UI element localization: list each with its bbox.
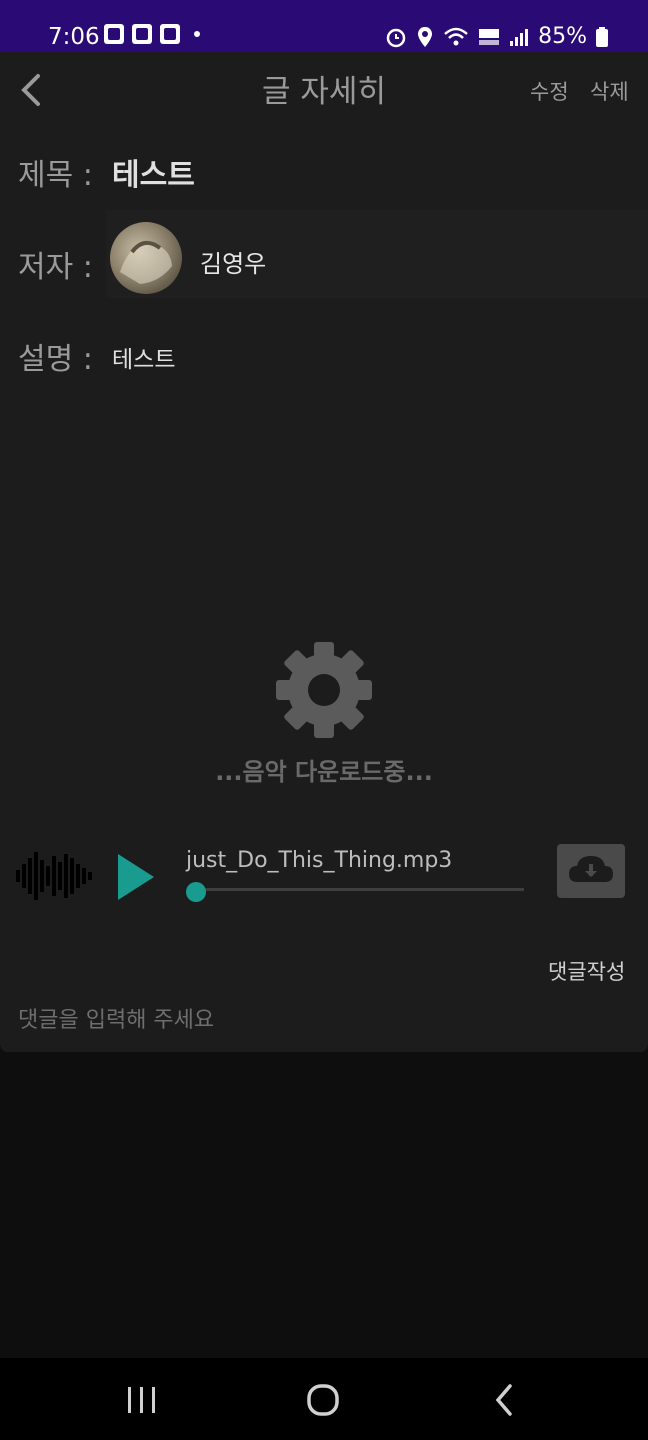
play-icon[interactable] <box>116 852 156 902</box>
app-notification-icon <box>160 24 180 44</box>
alarm-icon <box>386 28 406 48</box>
description-label: 설명 : <box>18 342 93 377</box>
home-icon[interactable] <box>301 1378 345 1422</box>
post-detail-panel: 글 자세히 수정 삭제 제목 : 테스트 저자 : 김영우 설명 : 테스트 .… <box>0 52 648 1052</box>
seek-thumb[interactable] <box>186 882 206 902</box>
app-notification-icon <box>132 24 152 44</box>
loading-text: ...음악 다운로드중... <box>215 758 433 786</box>
seek-bar[interactable] <box>196 888 524 891</box>
delete-button[interactable]: 삭제 <box>590 76 629 106</box>
title-value: 테스트 <box>112 158 195 193</box>
status-bar: 7:06 85% <box>0 0 648 52</box>
hd-voice-icon <box>479 29 500 45</box>
avatar <box>110 222 182 294</box>
wifi-icon <box>444 27 468 46</box>
location-icon <box>418 27 433 47</box>
recent-apps-icon[interactable] <box>120 1378 164 1422</box>
top-bar: 글 자세히 수정 삭제 <box>0 52 648 132</box>
system-icons: 85% <box>385 22 608 52</box>
comment-input[interactable] <box>18 1004 618 1036</box>
cloud-download-icon <box>569 856 613 882</box>
battery-icon <box>596 27 608 47</box>
back-nav-icon[interactable] <box>482 1378 526 1422</box>
notification-icons <box>104 24 200 44</box>
audio-filename: just_Do_This_Thing.mp3 <box>186 848 453 873</box>
gear-icon <box>276 642 372 738</box>
write-comment-button[interactable]: 댓글작성 <box>548 956 625 986</box>
navigation-bar <box>0 1358 648 1440</box>
battery-percent: 85% <box>538 24 587 49</box>
download-button[interactable] <box>557 844 625 898</box>
edit-button[interactable]: 수정 <box>530 76 569 106</box>
signal-icon <box>510 29 529 46</box>
author-card[interactable]: 김영우 <box>106 210 648 298</box>
author-name: 김영우 <box>200 250 267 278</box>
status-time: 7:06 <box>48 24 100 50</box>
author-label: 저자 : <box>18 250 93 285</box>
description-value: 테스트 <box>112 347 176 373</box>
more-notifications-icon <box>194 31 200 37</box>
image-notification-icon <box>104 24 124 44</box>
sound-wave-icon <box>16 852 92 900</box>
title-label: 제목 : <box>18 158 93 193</box>
